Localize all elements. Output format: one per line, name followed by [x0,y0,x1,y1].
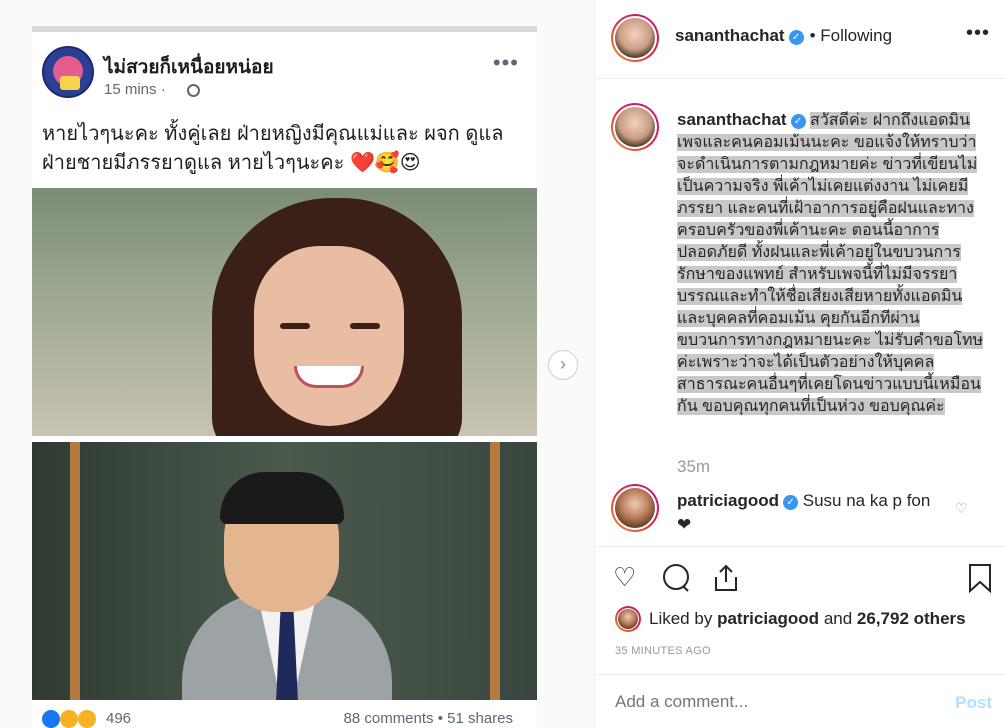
fb-page-avatar [42,46,94,98]
fb-page-name: ไม่สวยก็เหนื่อยหน่อย [104,57,274,78]
liked-by-avatar [615,606,641,632]
verified-badge-icon: ✓ [788,30,804,45]
commenter-username[interactable]: patriciagood [677,491,779,510]
caption-time: 35m [677,457,711,476]
shared-facebook-screenshot: ไม่สวยก็เหนื่อยหน่อย 15 mins · ••• หายไว… [32,26,537,728]
bookmark-icon[interactable] [967,563,993,598]
laugh-reaction-icon [60,710,78,728]
fb-post-text: หายไวๆนะคะ ทั้งคู่เลย ฝ่ายหญิงมีคุณแม่แล… [42,123,504,174]
post-media: ไม่สวยก็เหนื่อยหน่อย 15 mins · ••• หายไว… [0,0,594,728]
next-image-button[interactable]: › [548,350,578,380]
comment: patriciagood ✓ Susu na ka p fon ❤ [677,489,957,537]
liked-by-prefix: Liked by [649,609,713,628]
fb-post-time: 15 mins · [104,81,166,98]
add-comment-input[interactable] [615,688,935,716]
add-comment-bar: Post [595,674,1005,728]
caption-username[interactable]: sananthachat [677,110,787,129]
more-options-icon[interactable]: ••• [966,22,990,45]
like-comment-heart-icon[interactable]: ♡ [955,500,968,517]
commenter-avatar[interactable] [611,484,659,532]
likes-count[interactable]: 26,792 others [857,609,966,628]
fb-comment-share-stats: 88 comments • 51 shares [343,710,514,727]
more-icon: ••• [492,50,519,75]
post-header-text: sananthachat ✓ • Following [675,26,892,46]
following-status[interactable]: • Following [810,26,893,45]
chevron-right-icon: › [560,354,566,374]
fb-photo-woman [32,188,537,436]
post-header: sananthachat ✓ • Following ••• [595,0,1005,79]
verified-badge-icon: ✓ [790,114,806,129]
verified-badge-icon: ✓ [783,495,799,510]
comment-text: Susu na ka p fon [802,491,931,510]
caption-avatar[interactable] [611,103,659,151]
post-side-panel: sananthachat ✓ • Following ••• sananthacha… [594,0,1005,728]
action-bar: ♡ [595,546,1005,606]
comment-bubble-icon[interactable] [661,563,691,598]
fb-reaction-count: 496 [106,710,132,727]
fb-post-footer: 496 88 comments • 51 shares [42,708,527,728]
liked-by-user[interactable]: patriciagood [717,609,819,628]
like-heart-icon[interactable]: ♡ [613,563,636,591]
fb-photo-man [32,442,537,700]
globe-icon [187,84,200,97]
wow-reaction-icon [78,710,96,728]
liked-by-middle: and [823,609,853,628]
liked-by-summary: Liked by patriciagood and 26,792 others [649,609,966,629]
caption-text: สวัสดีค่ะ ฝากถึงแอดมินเพจและคนคอมเม้นนะค… [677,112,984,415]
post-caption: sananthachat ✓ สวัสดีค่ะ ฝากถึงแอดมินเพจแ… [677,109,987,418]
author-avatar[interactable] [611,14,659,62]
post-time-ago: 35 MINUTES AGO [615,645,711,657]
share-icon[interactable] [711,563,741,598]
fb-post-header: ไม่สวยก็เหนื่อยหน่อย 15 mins · ••• [42,46,527,106]
author-username[interactable]: sananthachat [675,26,785,45]
post-comment-button[interactable]: Post [955,693,992,713]
comment-heart-emoji: ❤ [677,515,692,534]
like-reaction-icon [42,710,60,728]
